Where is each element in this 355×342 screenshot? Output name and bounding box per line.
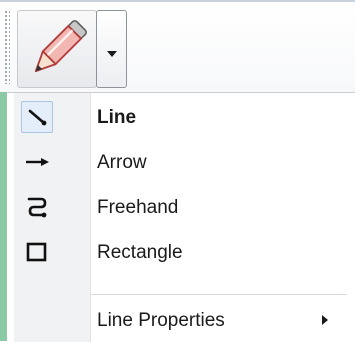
menu-separator: [91, 294, 347, 295]
menu-item-line[interactable]: Line: [7, 95, 355, 139]
menu-item-line-properties[interactable]: Line Properties: [7, 298, 355, 342]
tool-dropdown-button[interactable]: [96, 10, 127, 88]
arrow-tool-icon: [21, 146, 53, 178]
menu-item-rectangle[interactable]: Rectangle: [7, 230, 355, 274]
background-accent-strip: [0, 92, 7, 341]
menu-item-label: Rectangle: [97, 242, 183, 263]
freehand-tool-icon: [21, 191, 53, 223]
pencil-icon: [34, 20, 87, 73]
menu-item-label: Arrow: [97, 152, 147, 173]
submenu-arrow-icon: [322, 315, 328, 325]
rectangle-tool-icon: [21, 236, 53, 268]
menu-item-label: Line: [97, 107, 137, 128]
tool-dropdown-menu: Line Arrow Freehand Rectangle Line Prope…: [7, 92, 355, 342]
toolbar-grip-handle[interactable]: [4, 10, 10, 84]
menu-item-label: Freehand: [97, 197, 179, 218]
dropdown-arrow-icon: [107, 51, 117, 57]
line-tool-icon: [21, 101, 53, 133]
toolbar: [0, 2, 355, 92]
menu-item-freehand[interactable]: Freehand: [7, 185, 355, 229]
menu-item-arrow[interactable]: Arrow: [7, 140, 355, 184]
menu-item-label: Line Properties: [97, 310, 225, 331]
draw-tool-button[interactable]: [17, 10, 97, 88]
